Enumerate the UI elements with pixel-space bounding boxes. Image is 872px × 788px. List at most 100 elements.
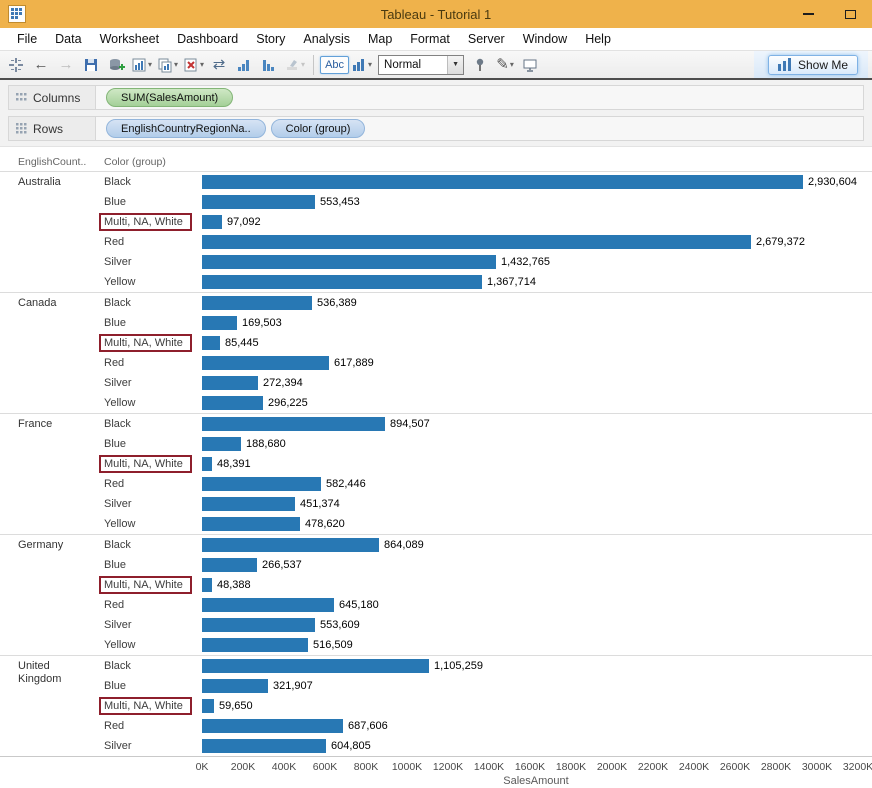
- bar[interactable]: [202, 699, 214, 713]
- menu-item-worksheet[interactable]: Worksheet: [91, 32, 169, 46]
- bar-value-label: 266,537: [262, 559, 302, 571]
- maximize-button[interactable]: [838, 2, 862, 26]
- menu-item-file[interactable]: File: [8, 32, 46, 46]
- sort-ascending-icon: [236, 57, 252, 73]
- x-axis-tick: 1600K: [515, 761, 545, 773]
- clear-sheet-button[interactable]: ▾: [181, 53, 206, 77]
- window-title: Tableau - Tutorial 1: [0, 7, 872, 22]
- color-group-label: Yellow: [104, 518, 200, 530]
- color-group-label: Red: [104, 478, 200, 490]
- add-data-icon: [108, 57, 125, 73]
- bar[interactable]: [202, 477, 321, 491]
- view-mode-select[interactable]: Normal ▼: [378, 55, 464, 75]
- shelf-pill[interactable]: Color (group): [271, 119, 366, 138]
- menu-item-server[interactable]: Server: [459, 32, 514, 46]
- bar[interactable]: [202, 739, 326, 753]
- menu-item-analysis[interactable]: Analysis: [294, 32, 359, 46]
- chart-groups: AustraliaBlack2,930,604Blue553,453Multi,…: [0, 171, 872, 757]
- bar[interactable]: [202, 578, 212, 592]
- start-page-button[interactable]: [4, 53, 28, 77]
- save-button[interactable]: [79, 53, 103, 77]
- country-group: AustraliaBlack2,930,604Blue553,453Multi,…: [0, 171, 872, 292]
- highlight-icon: [284, 57, 300, 73]
- bar-value-label: 687,606: [348, 720, 388, 732]
- duplicate-sheet-caret-icon: ▾: [174, 60, 178, 69]
- format-button[interactable]: ✎ ▾: [493, 53, 517, 77]
- bar-value-label: 188,680: [246, 438, 286, 450]
- bar[interactable]: [202, 598, 334, 612]
- new-worksheet-button[interactable]: ▾: [129, 53, 154, 77]
- bar[interactable]: [202, 376, 258, 390]
- bar-row: Blue169,503: [0, 313, 872, 333]
- bar[interactable]: [202, 437, 241, 451]
- x-axis-tick: 1400K: [474, 761, 504, 773]
- bar[interactable]: [202, 316, 237, 330]
- bar[interactable]: [202, 235, 751, 249]
- color-group-label: Blue: [104, 317, 200, 329]
- menu-item-story[interactable]: Story: [247, 32, 294, 46]
- bar-value-label: 553,453: [320, 196, 360, 208]
- presentation-mode-button[interactable]: [518, 53, 542, 77]
- bar[interactable]: [202, 255, 496, 269]
- rows-shelf-label: Rows: [8, 116, 96, 141]
- rows-shelf-track[interactable]: EnglishCountryRegionNa.. Color (group): [96, 116, 864, 141]
- bar-row: Yellow296,225: [0, 393, 872, 413]
- minimize-button[interactable]: [796, 2, 820, 26]
- bar[interactable]: [202, 638, 308, 652]
- bar-value-label: 553,609: [320, 619, 360, 631]
- bar[interactable]: [202, 457, 212, 471]
- menu-item-help[interactable]: Help: [576, 32, 620, 46]
- pin-button[interactable]: [468, 53, 492, 77]
- menu-item-dashboard[interactable]: Dashboard: [168, 32, 247, 46]
- bar-row: Multi, NA, White48,391: [0, 454, 872, 474]
- bar[interactable]: [202, 719, 343, 733]
- bar-row: Silver451,374: [0, 494, 872, 514]
- bar[interactable]: [202, 517, 300, 531]
- add-data-button[interactable]: [104, 53, 128, 77]
- show-me-button[interactable]: Show Me: [768, 55, 858, 75]
- sort-descending-button[interactable]: [257, 53, 281, 77]
- bar[interactable]: [202, 659, 429, 673]
- color-group-label: Red: [104, 599, 200, 611]
- menu-item-data[interactable]: Data: [46, 32, 90, 46]
- presentation-mode-icon: [522, 57, 538, 73]
- x-axis-tick: 2000K: [597, 761, 627, 773]
- swap-axes-button[interactable]: ⇄: [207, 53, 231, 77]
- bar[interactable]: [202, 538, 379, 552]
- mark-labels-button[interactable]: ▾: [350, 53, 374, 77]
- x-axis-tick: 3000K: [802, 761, 832, 773]
- bar[interactable]: [202, 679, 268, 693]
- save-icon: [83, 57, 99, 73]
- shelf-pill[interactable]: EnglishCountryRegionNa..: [106, 119, 266, 138]
- bar[interactable]: [202, 497, 295, 511]
- bar[interactable]: [202, 296, 312, 310]
- menu-item-format[interactable]: Format: [401, 32, 459, 46]
- country-group: United KingdomBlack1,105,259Blue321,907M…: [0, 655, 872, 756]
- undo-button[interactable]: ←: [29, 53, 53, 77]
- bar[interactable]: [202, 175, 803, 189]
- menu-item-window[interactable]: Window: [514, 32, 576, 46]
- bar[interactable]: [202, 215, 222, 229]
- bar[interactable]: [202, 396, 263, 410]
- clear-sheet-icon: [183, 57, 199, 73]
- bar-value-label: 48,391: [217, 458, 251, 470]
- abc-labels-button[interactable]: Abc: [320, 56, 349, 74]
- bar[interactable]: [202, 336, 220, 350]
- bar[interactable]: [202, 275, 482, 289]
- bar[interactable]: [202, 417, 385, 431]
- x-axis-tick: 1200K: [433, 761, 463, 773]
- shelf-pill[interactable]: SUM(SalesAmount): [106, 88, 233, 107]
- sort-ascending-button[interactable]: [232, 53, 256, 77]
- highlight-button[interactable]: ▾: [282, 53, 307, 77]
- columns-grid-icon: [16, 92, 27, 103]
- bar[interactable]: [202, 195, 315, 209]
- redo-button[interactable]: →: [54, 53, 78, 77]
- bar[interactable]: [202, 356, 329, 370]
- window-controls: [796, 2, 864, 26]
- duplicate-sheet-button[interactable]: ▾: [155, 53, 180, 77]
- bar[interactable]: [202, 618, 315, 632]
- menu-item-map[interactable]: Map: [359, 32, 401, 46]
- columns-shelf-track[interactable]: SUM(SalesAmount): [96, 85, 864, 110]
- bar[interactable]: [202, 558, 257, 572]
- bar-row: Silver604,805: [0, 736, 872, 756]
